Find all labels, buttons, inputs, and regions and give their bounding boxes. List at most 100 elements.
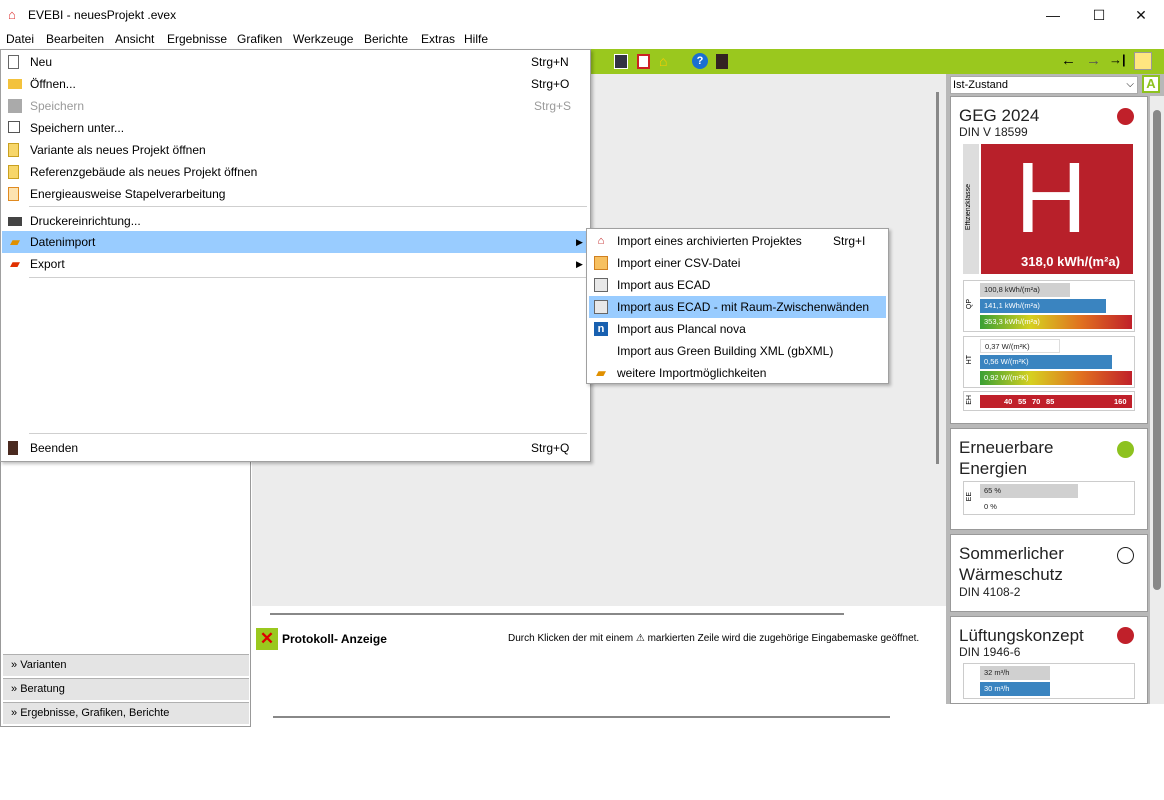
menu-separator: [29, 277, 587, 278]
exit-door-icon[interactable]: [716, 54, 728, 69]
nav-ergebnisse[interactable]: » Ergebnisse, Grafiken, Berichte: [3, 702, 249, 724]
geg-status-dot: [1117, 108, 1134, 125]
back-arrow-icon[interactable]: ←: [1061, 52, 1076, 69]
submenu-item-archiv-label: Import eines archivierten Projektes: [617, 234, 802, 248]
eh-chart: EH 40 55 70 85 160: [963, 391, 1135, 411]
chart-icon[interactable]: [1134, 52, 1152, 70]
exit-icon: [8, 441, 18, 455]
menu-item-variante-label: Variante als neues Projekt öffnen: [30, 143, 206, 157]
menu-item-speichern[interactable]: Speichern Strg+S: [2, 95, 589, 117]
menu-ergebnisse[interactable]: Ergebnisse: [167, 32, 227, 46]
nav-beratung[interactable]: » Beratung: [3, 678, 249, 700]
state-select[interactable]: Ist-Zustand ⌵: [950, 76, 1138, 94]
energy-value: 318,0 kWh/(m²a): [1021, 254, 1120, 269]
menu-item-stapelverarbeitung[interactable]: Energieausweise Stapelverarbeitung: [2, 183, 589, 205]
submenu-item-csv-label: Import einer CSV-Datei: [617, 256, 741, 270]
vent-chart: 32 m³/h 30 m³/h: [963, 663, 1135, 699]
import-submenu: ⌂ Import eines archivierten Projektes St…: [586, 228, 889, 384]
maximize-button[interactable]: ☐: [1076, 0, 1122, 30]
csv-icon: [594, 256, 608, 270]
menu-berichte[interactable]: Berichte: [364, 32, 408, 46]
nav-varianten-label: Varianten: [20, 659, 67, 671]
menu-item-datenimport-label: Datenimport: [30, 235, 96, 249]
geg-subtitle: DIN V 18599: [959, 125, 1028, 139]
menu-item-speichern-unter[interactable]: Speichern unter...: [2, 117, 589, 139]
scroll-thumb[interactable]: [936, 92, 939, 464]
submenu-item-more[interactable]: ▰ weitere Importmöglichkeiten: [589, 362, 886, 384]
menu-item-neu[interactable]: Neu Strg+N: [2, 51, 589, 73]
class-axis: Effizienzklasse: [963, 144, 979, 274]
menu-bearbeiten[interactable]: Bearbeiten: [46, 32, 104, 46]
submenu-item-csv[interactable]: Import einer CSV-Datei: [589, 252, 886, 274]
menu-item-variante[interactable]: Variante als neues Projekt öffnen: [2, 139, 589, 161]
ee-label: EE: [966, 492, 973, 502]
close-protocol-icon[interactable]: ✕: [256, 628, 278, 650]
summer-card: Sommerlicher Wärmeschutz DIN 4108-2: [950, 534, 1148, 612]
submenu-arrow-icon: ▶: [576, 237, 583, 247]
help-icon[interactable]: ?: [692, 53, 708, 69]
batch-icon: [8, 187, 19, 201]
eh-tick-40: 40: [1004, 397, 1013, 406]
ee-bar-1: 65 %: [980, 484, 1078, 498]
right-scrollbar[interactable]: [1150, 96, 1164, 704]
document-icon[interactable]: [637, 54, 650, 69]
ecad-walls-icon: [594, 300, 608, 314]
submenu-item-ecad-label: Import aus ECAD: [617, 278, 711, 292]
submenu-item-more-label: weitere Importmöglichkeiten: [617, 366, 767, 380]
menu-hilfe[interactable]: Hilfe: [464, 32, 488, 46]
new-file-icon: [8, 55, 19, 69]
protocol-hint: Durch Klicken der mit einem ⚠ markierten…: [508, 633, 920, 644]
menu-datei[interactable]: Datei: [6, 32, 34, 46]
protocol-scrollbar[interactable]: [273, 716, 890, 718]
protocol-list: [254, 654, 944, 710]
house-icon[interactable]: ⌂: [659, 53, 675, 69]
title-bar: ⌂ EVEBI - neuesProjekt .evex — ☐ ✕: [0, 0, 1164, 30]
menu-grafiken[interactable]: Grafiken: [237, 32, 282, 46]
class-letter: H: [1015, 142, 1088, 254]
ee-status-dot: [1117, 441, 1134, 458]
menu-item-datenimport[interactable]: ▰ Datenimport ▶: [2, 231, 589, 253]
report-icon[interactable]: [614, 54, 628, 69]
right-scroll-thumb[interactable]: [1153, 110, 1161, 590]
archive-import-icon: ⌂: [597, 235, 605, 247]
ee-chart: EE 65 % 0 %: [963, 481, 1135, 515]
close-button[interactable]: ✕: [1118, 0, 1164, 30]
ee-card: Erneuerbare Energien EE 65 % 0 %: [950, 428, 1148, 530]
geg-card: GEG 2024 DIN V 18599 Effizienzklasse H 3…: [950, 96, 1148, 424]
menu-item-druckereinrichtung[interactable]: Druckereinrichtung...: [2, 210, 589, 232]
menu-ansicht[interactable]: Ansicht: [115, 32, 154, 46]
menu-item-export[interactable]: ▰ Export ▶: [2, 253, 589, 275]
vent-bar-2: 30 m³/h: [980, 682, 1050, 696]
menu-item-referenzgebaeude-label: Referenzgebäude als neues Projekt öffnen: [30, 165, 258, 179]
menu-werkzeuge[interactable]: Werkzeuge: [293, 32, 353, 46]
menu-item-export-label: Export: [30, 257, 65, 271]
menu-item-beenden[interactable]: Beenden Strg+Q: [2, 437, 589, 459]
horizontal-scrollbar[interactable]: [270, 613, 844, 615]
chevron-down-icon: ⌵: [1126, 79, 1134, 90]
submenu-arrow-icon: ▶: [576, 259, 583, 269]
menu-item-beenden-label: Beenden: [30, 441, 79, 455]
submenu-item-archiv-shortcut: Strg+I: [833, 234, 866, 248]
reference-building-icon: [8, 165, 19, 179]
jump-end-icon[interactable]: →|: [1109, 52, 1126, 67]
auto-a-icon[interactable]: A: [1142, 75, 1160, 93]
ee-bar-2: 0 %: [980, 500, 1040, 514]
eh-tick-85: 85: [1046, 397, 1055, 406]
ht-chart: HT 0,37 W/(m²K) 0,56 W/(m²K) 0,92 W/(m²K…: [963, 336, 1135, 388]
nav-varianten[interactable]: » Varianten: [3, 654, 249, 676]
menu-extras[interactable]: Extras: [421, 32, 455, 46]
nav-ergebnisse-label: Ergebnisse, Grafiken, Berichte: [20, 707, 170, 719]
forward-arrow-icon[interactable]: →: [1086, 52, 1101, 69]
submenu-item-ecad[interactable]: Import aus ECAD: [589, 274, 886, 296]
vent-bar-1: 32 m³/h: [980, 666, 1050, 680]
minimize-button[interactable]: —: [1030, 0, 1076, 30]
menu-item-oeffnen[interactable]: Öffnen... Strg+O: [2, 73, 589, 95]
menu-item-stapelverarbeitung-label: Energieausweise Stapelverarbeitung: [30, 187, 226, 201]
vent-subtitle: DIN 1946-6: [959, 645, 1021, 659]
submenu-item-ecad-walls[interactable]: Import aus ECAD - mit Raum-Zwischenwände…: [589, 296, 886, 318]
submenu-item-archiv[interactable]: ⌂ Import eines archivierten Projektes St…: [589, 230, 886, 252]
submenu-item-plancal[interactable]: n Import aus Plancal nova: [589, 318, 886, 340]
submenu-item-gbxml[interactable]: Import aus Green Building XML (gbXML): [589, 340, 886, 362]
vertical-scrollbar[interactable]: [930, 74, 946, 606]
menu-item-referenzgebaeude[interactable]: Referenzgebäude als neues Projekt öffnen: [2, 161, 589, 183]
